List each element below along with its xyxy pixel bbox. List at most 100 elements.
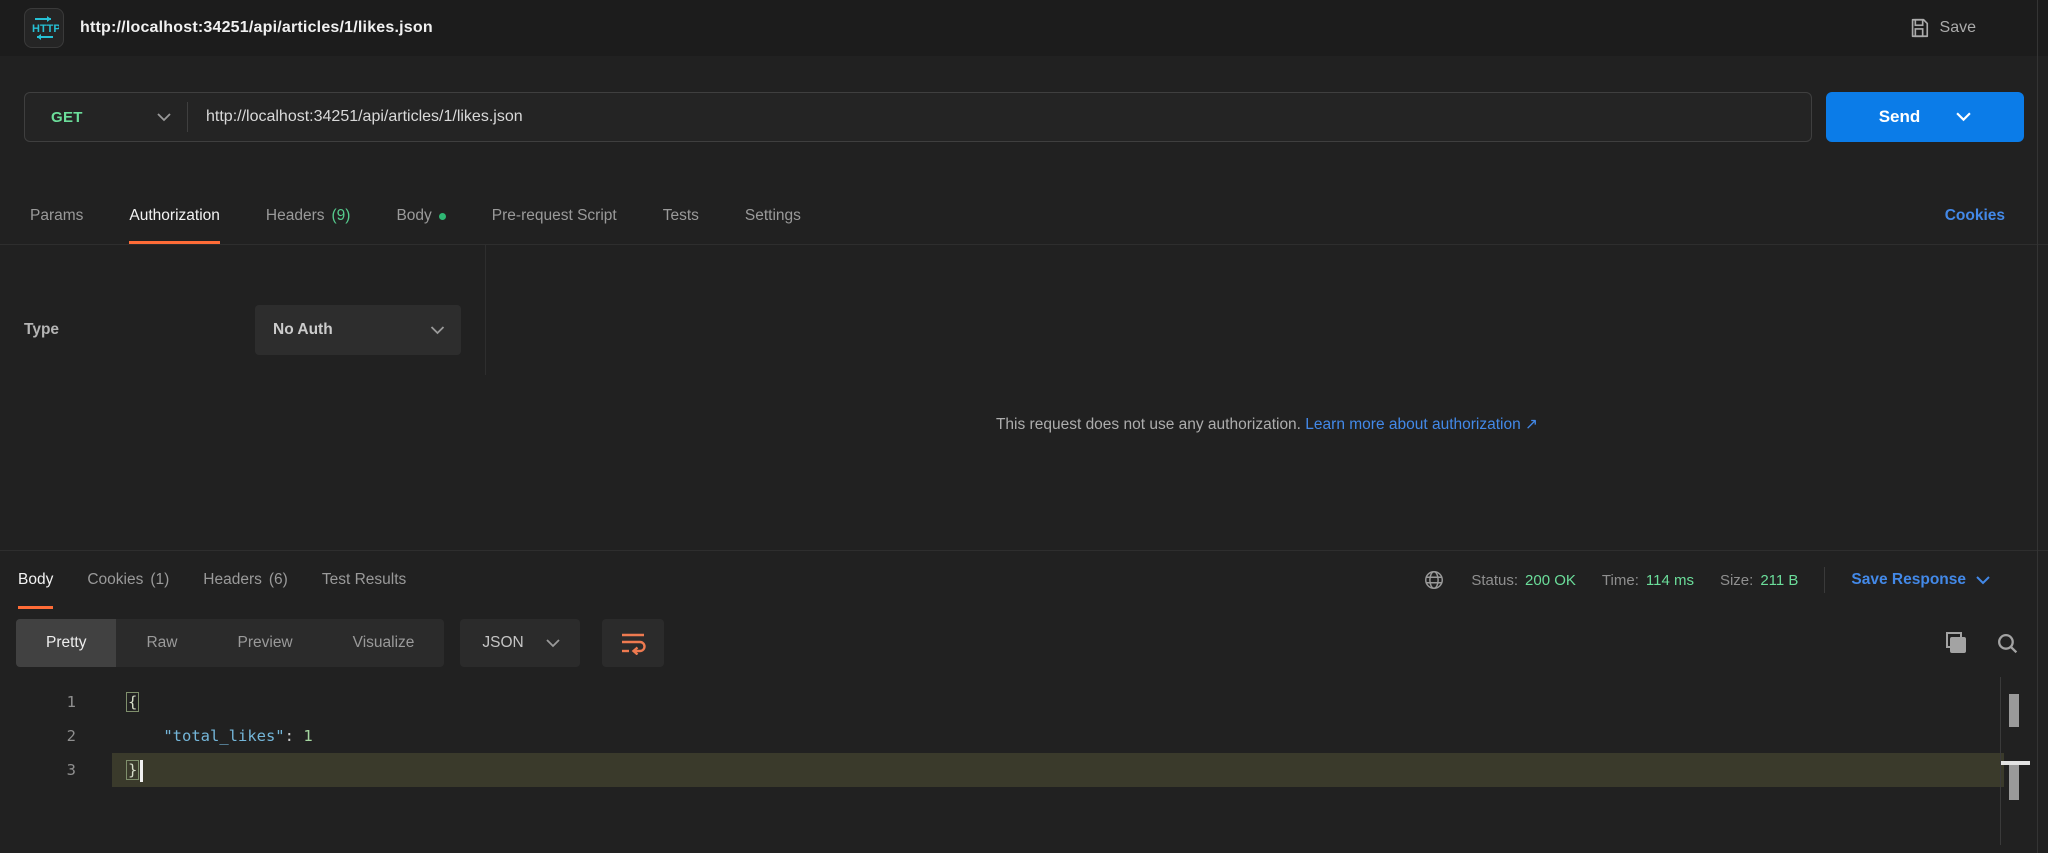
view-pretty-button[interactable]: Pretty <box>16 619 116 667</box>
send-button-label: Send <box>1879 107 1921 127</box>
size-label: Size: <box>1720 572 1753 589</box>
response-tab-body-label: Body <box>18 571 53 589</box>
json-key-token: "total_likes" <box>163 727 284 745</box>
tab-headers-label: Headers <box>266 207 325 225</box>
save-floppy-icon <box>1908 17 1930 39</box>
tab-body[interactable]: Body <box>396 188 445 244</box>
response-tab-test-results-label: Test Results <box>322 571 406 589</box>
search-response-button[interactable] <box>1995 631 2020 656</box>
method-label: GET <box>51 109 83 126</box>
response-view-toolbar: Pretty Raw Preview Visualize JSON <box>0 609 2048 677</box>
size-indicator: Size: 211 B <box>1720 572 1798 589</box>
view-preview-button[interactable]: Preview <box>208 619 323 667</box>
pretty-label: Pretty <box>46 634 86 652</box>
url-input[interactable]: http://localhost:34251/api/articles/1/li… <box>188 108 1811 126</box>
chevron-down-icon <box>546 639 560 648</box>
view-raw-button[interactable]: Raw <box>116 619 207 667</box>
time-label: Time: <box>1602 572 1639 589</box>
line-number-2: 2 <box>0 719 112 753</box>
response-tab-body[interactable]: Body <box>18 551 53 609</box>
close-brace-token: } <box>126 760 139 780</box>
json-value-token: 1 <box>303 727 312 745</box>
send-chevron-down-icon <box>1956 112 1971 122</box>
time-indicator: Time: 114 ms <box>1602 572 1694 589</box>
tab-params[interactable]: Params <box>30 188 83 244</box>
tab-tests-label: Tests <box>663 207 699 225</box>
colon-token: : <box>285 727 294 745</box>
tab-tests[interactable]: Tests <box>663 188 699 244</box>
save-button-label: Save <box>1940 19 1976 37</box>
view-visualize-button[interactable]: Visualize <box>323 619 445 667</box>
auth-type-value: No Auth <box>273 321 333 339</box>
url-box: GET http://localhost:34251/api/articles/… <box>24 92 1812 142</box>
auth-type-dropdown[interactable]: No Auth <box>255 305 461 355</box>
headers-count-badge: (9) <box>331 207 350 225</box>
format-dropdown[interactable]: JSON <box>460 619 579 667</box>
tab-params-label: Params <box>30 207 83 225</box>
auth-message-area: This request does not use any authorizat… <box>486 245 2048 550</box>
network-globe-icon[interactable] <box>1423 569 1445 591</box>
method-dropdown[interactable]: GET <box>25 93 187 141</box>
text-cursor <box>140 760 143 782</box>
visualize-label: Visualize <box>353 634 415 652</box>
tab-settings-label: Settings <box>745 207 801 225</box>
copy-response-button[interactable] <box>1943 630 1969 656</box>
response-tab-cookies[interactable]: Cookies (1) <box>87 551 169 609</box>
status-indicator: Status: 200 OK <box>1471 572 1576 589</box>
chevron-down-icon <box>430 326 445 335</box>
top-header-bar: HTTP http://localhost:34251/api/articles… <box>0 0 2048 56</box>
copy-icon <box>1943 630 1969 656</box>
preview-label: Preview <box>238 634 293 652</box>
cookies-count-badge: (1) <box>150 571 169 589</box>
view-mode-segmented-control: Pretty Raw Preview Visualize <box>16 619 444 667</box>
response-tab-headers-label: Headers <box>203 571 262 589</box>
status-value: 200 OK <box>1525 572 1576 589</box>
response-tab-test-results[interactable]: Test Results <box>322 551 406 609</box>
scrollbar-annotation-active[interactable] <box>2009 765 2019 800</box>
chevron-down-icon <box>157 113 171 122</box>
send-button[interactable]: Send <box>1826 92 2024 142</box>
learn-more-label: Learn more about authorization <box>1305 416 1520 433</box>
tab-headers[interactable]: Headers (9) <box>266 188 351 244</box>
auth-type-label: Type <box>24 321 59 339</box>
cookies-link[interactable]: Cookies <box>1945 207 2005 225</box>
code-line-2: 2 "total_likes": 1 <box>0 719 2048 753</box>
time-value: 114 ms <box>1646 572 1694 589</box>
line-number-1: 1 <box>0 685 112 719</box>
authorization-panel: Type No Auth This request does not use a… <box>0 245 2048 550</box>
code-line-1: 1 { <box>0 685 2048 719</box>
tab-prerequest-label: Pre-request Script <box>492 207 617 225</box>
raw-label: Raw <box>146 634 177 652</box>
external-link-arrow-icon: ↗ <box>1525 416 1538 433</box>
format-label: JSON <box>482 634 523 652</box>
auth-message-text: This request does not use any authorizat… <box>996 416 1305 433</box>
http-request-tab-icon[interactable]: HTTP <box>24 8 64 48</box>
response-body-editor[interactable]: 1 { 2 "total_likes": 1 3 } <box>0 677 2048 845</box>
save-button[interactable]: Save <box>1908 17 1976 39</box>
response-tabs-bar: Body Cookies (1) Headers (6) Test Result… <box>0 551 2048 609</box>
chevron-down-icon <box>1976 576 1990 585</box>
word-wrap-icon <box>620 631 646 655</box>
tab-authorization-label: Authorization <box>129 207 219 225</box>
response-meta-bar: Status: 200 OK Time: 114 ms Size: 211 B … <box>1423 567 2048 593</box>
save-response-button[interactable]: Save Response <box>1851 571 1990 589</box>
response-headers-count-badge: (6) <box>269 571 288 589</box>
body-modified-dot <box>439 213 446 220</box>
status-label: Status: <box>1471 572 1518 589</box>
request-url-row: GET http://localhost:34251/api/articles/… <box>0 56 2048 142</box>
response-tab-headers[interactable]: Headers (6) <box>203 551 288 609</box>
tab-body-label: Body <box>396 207 431 225</box>
code-line-3: 3 } <box>0 753 2048 787</box>
tab-settings[interactable]: Settings <box>745 188 801 244</box>
response-section: Body Cookies (1) Headers (6) Test Result… <box>0 550 2048 845</box>
response-tab-cookies-label: Cookies <box>87 571 143 589</box>
save-response-label: Save Response <box>1851 571 1966 589</box>
scrollbar-annotation-top[interactable] <box>2009 694 2019 727</box>
svg-text:HTTP: HTTP <box>32 23 59 35</box>
search-icon <box>1995 631 2020 656</box>
tab-prerequest-script[interactable]: Pre-request Script <box>492 188 617 244</box>
tab-authorization[interactable]: Authorization <box>129 188 219 244</box>
learn-more-authorization-link[interactable]: Learn more about authorization ↗ <box>1305 416 1538 433</box>
request-title: http://localhost:34251/api/articles/1/li… <box>80 19 433 37</box>
word-wrap-button[interactable] <box>602 619 664 667</box>
